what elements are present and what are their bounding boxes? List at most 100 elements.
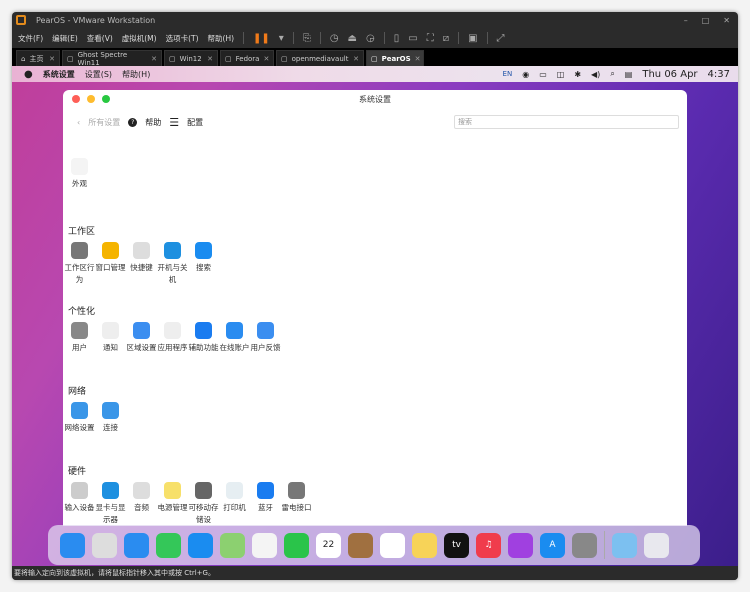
snapshot-manager-icon[interactable]: ◶ [366, 33, 375, 44]
settings-item[interactable]: 音频 [126, 482, 157, 514]
guest-menu-app[interactable]: 系统设置 [43, 69, 75, 80]
settings-item[interactable]: 区域设置 [126, 322, 157, 354]
launchpad-icon[interactable] [92, 532, 117, 558]
maximize-button[interactable]: □ [702, 16, 710, 25]
thumbnail-icon[interactable]: ▭ [408, 33, 417, 44]
settings-item[interactable]: 蓝牙 [250, 482, 281, 514]
system-preferences-icon[interactable] [572, 532, 597, 558]
settings-item[interactable]: 电源管理 [157, 482, 188, 514]
back-chevron-icon[interactable]: ‹ [77, 118, 80, 127]
battery-icon[interactable]: ▭ [539, 70, 547, 79]
close-tab-icon[interactable]: ✕ [151, 55, 157, 63]
app-store-icon[interactable]: A [540, 532, 565, 558]
maps-icon[interactable] [220, 532, 245, 558]
pause-icon[interactable]: ❚❚ [253, 33, 270, 44]
safari-icon[interactable] [124, 532, 149, 558]
pear-logo-icon[interactable]: ● [24, 69, 33, 80]
menu-vm[interactable]: 虚拟机(M) [122, 33, 157, 44]
control-center-icon[interactable]: ▤ [625, 70, 633, 79]
disk-icon [195, 482, 212, 499]
send-ctrl-alt-del-icon[interactable]: ⎘ [303, 33, 311, 44]
finder-icon[interactable] [60, 532, 85, 558]
time[interactable]: 4:37 [708, 69, 730, 80]
tab-fedora[interactable]: ▢ Fedora ✕ [220, 50, 274, 66]
mail-icon[interactable] [188, 532, 213, 558]
menu-tabs[interactable]: 选项卡(T) [166, 33, 199, 44]
settings-item[interactable]: 显卡与显示器 [95, 482, 126, 526]
stretch-icon[interactable]: ⤢ [497, 33, 505, 44]
settings-item[interactable]: 快捷键 [126, 242, 157, 274]
podcasts-icon[interactable] [508, 532, 533, 558]
volume-icon[interactable]: ◀) [591, 70, 600, 79]
settings-item[interactable]: 雷电接口 [281, 482, 312, 514]
settings-item[interactable]: 用户 [64, 322, 95, 354]
settings-item[interactable]: 打印机 [219, 482, 250, 514]
guest-menu-settings[interactable]: 设置(S) [85, 69, 112, 80]
menu-icon[interactable]: ☰ [169, 116, 179, 129]
tab-ghost-spectre-win11[interactable]: ▢ Ghost Spectre Win11 ✕ [62, 50, 162, 67]
settings-item[interactable]: 输入设备 [64, 482, 95, 514]
all-settings-button[interactable]: 所有设置 [88, 117, 120, 128]
settings-item[interactable]: 可移动存储设 [188, 482, 219, 526]
unity-icon[interactable]: ⧄ [443, 33, 449, 44]
reminders-icon[interactable] [380, 532, 405, 558]
music-icon[interactable]: ♫ [476, 532, 501, 558]
notes-icon[interactable] [412, 532, 437, 558]
menu-help[interactable]: 帮助(H) [208, 33, 235, 44]
guest-menu-help[interactable]: 帮助(H) [122, 69, 150, 80]
close-tab-icon[interactable]: ✕ [263, 55, 269, 63]
fullscreen-icon[interactable]: ⛶ [427, 33, 434, 44]
settings-item[interactable]: 辅助功能 [188, 322, 219, 354]
console-icon[interactable]: ▣ [468, 33, 477, 44]
settings-item[interactable]: 工作区行为 [64, 242, 95, 286]
settings-item[interactable]: 搜索 [188, 242, 219, 274]
calendar-icon[interactable]: 22 [316, 532, 341, 558]
close-tab-icon[interactable]: ✕ [207, 55, 213, 63]
help-icon[interactable]: ? [128, 118, 138, 127]
tab-pearos[interactable]: ▢ PearOS ✕ [366, 50, 424, 66]
guest-screen[interactable]: ● 系统设置 设置(S) 帮助(H) EN ◉ ▭ ◫ ✱ ◀) ⌕ ▤ Thu… [12, 66, 738, 566]
date[interactable]: Thu 06 Apr [642, 69, 697, 80]
settings-item[interactable]: 网络设置 [64, 402, 95, 434]
settings-item[interactable]: 窗口管理 [95, 242, 126, 274]
menu-edit[interactable]: 编辑(E) [52, 33, 78, 44]
snapshot-icon[interactable]: ◷ [330, 33, 339, 44]
settings-item[interactable]: 连接 [95, 402, 126, 434]
photos-icon[interactable] [252, 532, 277, 558]
help-button[interactable]: 帮助 [145, 117, 161, 128]
dropdown-icon[interactable]: ▾ [279, 33, 284, 44]
config-button[interactable]: 配置 [187, 117, 203, 128]
settings-item[interactable]: 开机与关机 [157, 242, 188, 286]
menu-file[interactable]: 文件(F) [18, 33, 43, 44]
downloads-icon[interactable] [612, 532, 637, 558]
section-title: 工作区 [68, 227, 96, 237]
search-input[interactable]: 搜索 [454, 115, 679, 129]
settings-item-label: 工作区行为 [64, 263, 95, 284]
close-button[interactable]: ✕ [723, 16, 730, 25]
bluetooth-icon[interactable]: ✱ [574, 70, 581, 79]
tab-openmediavault[interactable]: ▢ openmediavault ✕ [276, 50, 364, 66]
close-tab-icon[interactable]: ✕ [353, 55, 359, 63]
library-icon[interactable]: ▯ [394, 33, 400, 44]
tv-icon[interactable]: tv [444, 532, 469, 558]
tab-win12[interactable]: ▢ Win12 ✕ [164, 50, 218, 66]
facetime-icon[interactable] [284, 532, 309, 558]
trash-icon[interactable] [644, 532, 669, 558]
messages-icon[interactable] [156, 532, 181, 558]
settings-item[interactable]: 应用程序 [157, 322, 188, 354]
search-icon[interactable]: ⌕ [610, 69, 614, 79]
app-icon[interactable]: ◉ [522, 70, 529, 79]
revert-snapshot-icon[interactable]: ⏏ [348, 33, 357, 44]
settings-item[interactable]: 通知 [95, 322, 126, 354]
settings-item[interactable]: 用户反馈 [250, 322, 281, 354]
settings-item[interactable]: 外观 [64, 158, 95, 190]
settings-item[interactable]: 在线账户 [219, 322, 250, 354]
minimize-button[interactable]: – [684, 16, 688, 25]
close-tab-icon[interactable]: ✕ [49, 55, 55, 63]
contacts-icon[interactable] [348, 532, 373, 558]
input-language[interactable]: EN [503, 70, 513, 78]
menu-view[interactable]: 查看(V) [87, 33, 113, 44]
tab-主页[interactable]: ⌂ 主页 ✕ [16, 50, 60, 66]
close-tab-icon[interactable]: ✕ [415, 55, 421, 63]
shield-icon[interactable]: ◫ [557, 70, 565, 79]
